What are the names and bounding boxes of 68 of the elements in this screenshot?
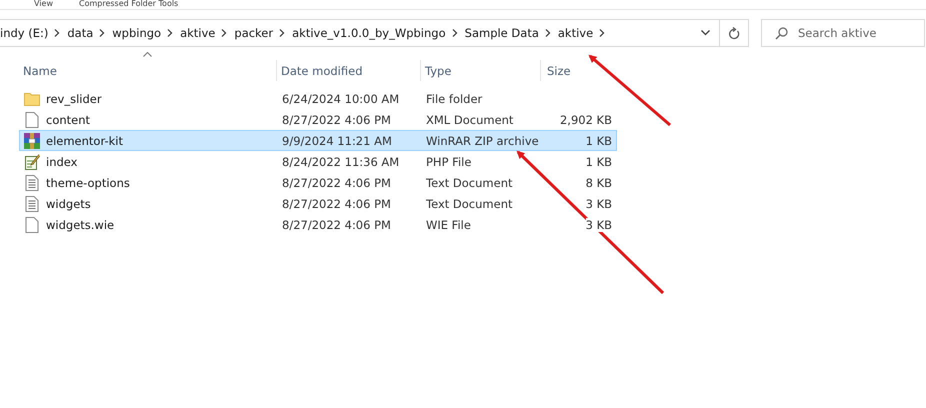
- date-cell: 6/24/2024 10:00 AM: [282, 92, 400, 106]
- archive-icon: [24, 132, 40, 148]
- type-cell: WinRAR ZIP archive: [426, 134, 539, 148]
- file-name: widgets.wie: [46, 218, 114, 232]
- chevron-icon: [452, 29, 458, 37]
- file-name: rev_slider: [46, 92, 102, 106]
- search-icon: [775, 27, 788, 40]
- file-name: elementor-kit: [46, 134, 123, 148]
- type-cell: File folder: [426, 92, 482, 106]
- date-cell: 8/27/2022 4:06 PM: [282, 196, 391, 210]
- column-header[interactable]: Size: [541, 60, 615, 81]
- file-row[interactable]: widgets.wie 8/27/2022 4:06 PM WIE File 3 KB: [19, 214, 617, 235]
- breadcrumb-item[interactable]: data: [67, 26, 100, 40]
- refresh-icon: [728, 26, 740, 40]
- folder-icon: [24, 92, 40, 106]
- size-cell: 8 KB: [586, 176, 612, 190]
- file-name: widgets: [46, 196, 91, 210]
- chevron-icon: [167, 29, 174, 37]
- breadcrumb-item[interactable]: Sample Data: [464, 26, 545, 40]
- chevron-icon: [99, 29, 106, 37]
- text-file-icon: [24, 174, 40, 190]
- file-row[interactable]: rev_slider 6/24/2024 10:00 AM File folder: [19, 88, 617, 109]
- file-row[interactable]: theme-options 8/27/2022 4:06 PM Text Document 8 KB: [19, 172, 617, 193]
- type-cell: PHP File: [426, 154, 472, 168]
- chevron-icon: [599, 29, 606, 37]
- type-cell: XML Document: [426, 112, 514, 126]
- size-cell: 1 KB: [586, 154, 612, 168]
- ribbon-tab[interactable]: Compressed Folder Tools: [52, 0, 178, 9]
- script-file-icon: [24, 154, 40, 170]
- address-bar[interactable]: indy (E:) data wpbingo aktive packer aktive_v1.0.0_by_Wpbingo Sample Data aktive: [0, 19, 749, 47]
- type-cell: Text Document: [426, 196, 512, 210]
- ribbon-tab[interactable]: View: [0, 0, 53, 9]
- text-file-icon: [24, 196, 40, 212]
- chevron-icon: [221, 29, 228, 37]
- size-cell: 2,902 KB: [560, 112, 612, 126]
- file-icon: [24, 216, 40, 232]
- breadcrumb-item[interactable]: packer: [234, 26, 280, 40]
- file-name: theme-options: [46, 176, 130, 190]
- dropdown-icon[interactable]: [701, 30, 710, 36]
- column-header[interactable]: Name: [19, 60, 277, 81]
- size-cell: 3 KB: [586, 196, 612, 210]
- breadcrumb-item[interactable]: aktive: [180, 26, 222, 40]
- date-cell: 8/27/2022 4:06 PM: [282, 218, 391, 232]
- file-name: content: [46, 112, 90, 126]
- chevron-icon: [279, 29, 286, 37]
- file-row[interactable]: widgets 8/27/2022 4:06 PM Text Document 3 KB: [19, 193, 617, 214]
- column-header[interactable]: Date modified: [277, 60, 421, 81]
- chevron-icon: [544, 29, 551, 37]
- column-header[interactable]: Type: [421, 60, 541, 81]
- search-field[interactable]: Search aktive: [761, 19, 925, 47]
- type-cell: WIE File: [426, 218, 471, 232]
- file-row[interactable]: elementor-kit 9/9/2024 11:21 AM WinRAR ZIP archive 1 KB: [19, 130, 617, 151]
- date-cell: 8/27/2022 4:06 PM: [282, 112, 391, 126]
- date-cell: 8/27/2022 4:06 PM: [282, 176, 391, 190]
- type-cell: Text Document: [426, 176, 512, 190]
- date-cell: 9/9/2024 11:21 AM: [282, 134, 392, 148]
- breadcrumb-item[interactable]: wpbingo: [112, 26, 168, 40]
- size-cell: 3 KB: [586, 218, 612, 232]
- size-cell: 1 KB: [586, 134, 612, 148]
- file-row[interactable]: index 8/24/2022 11:36 AM PHP File 1 KB: [19, 151, 617, 172]
- breadcrumb-item[interactable]: aktive: [558, 26, 600, 40]
- chevron-icon: [54, 29, 60, 37]
- file-icon: [24, 112, 40, 128]
- file-row[interactable]: content 8/27/2022 4:06 PM XML Document 2,902 KB: [19, 109, 617, 130]
- date-cell: 8/24/2022 11:36 AM: [282, 154, 400, 168]
- breadcrumb-item[interactable]: aktive_v1.0.0_by_Wpbingo: [292, 26, 452, 40]
- file-name: index: [46, 154, 78, 168]
- breadcrumb-item[interactable]: indy (E:): [0, 26, 54, 40]
